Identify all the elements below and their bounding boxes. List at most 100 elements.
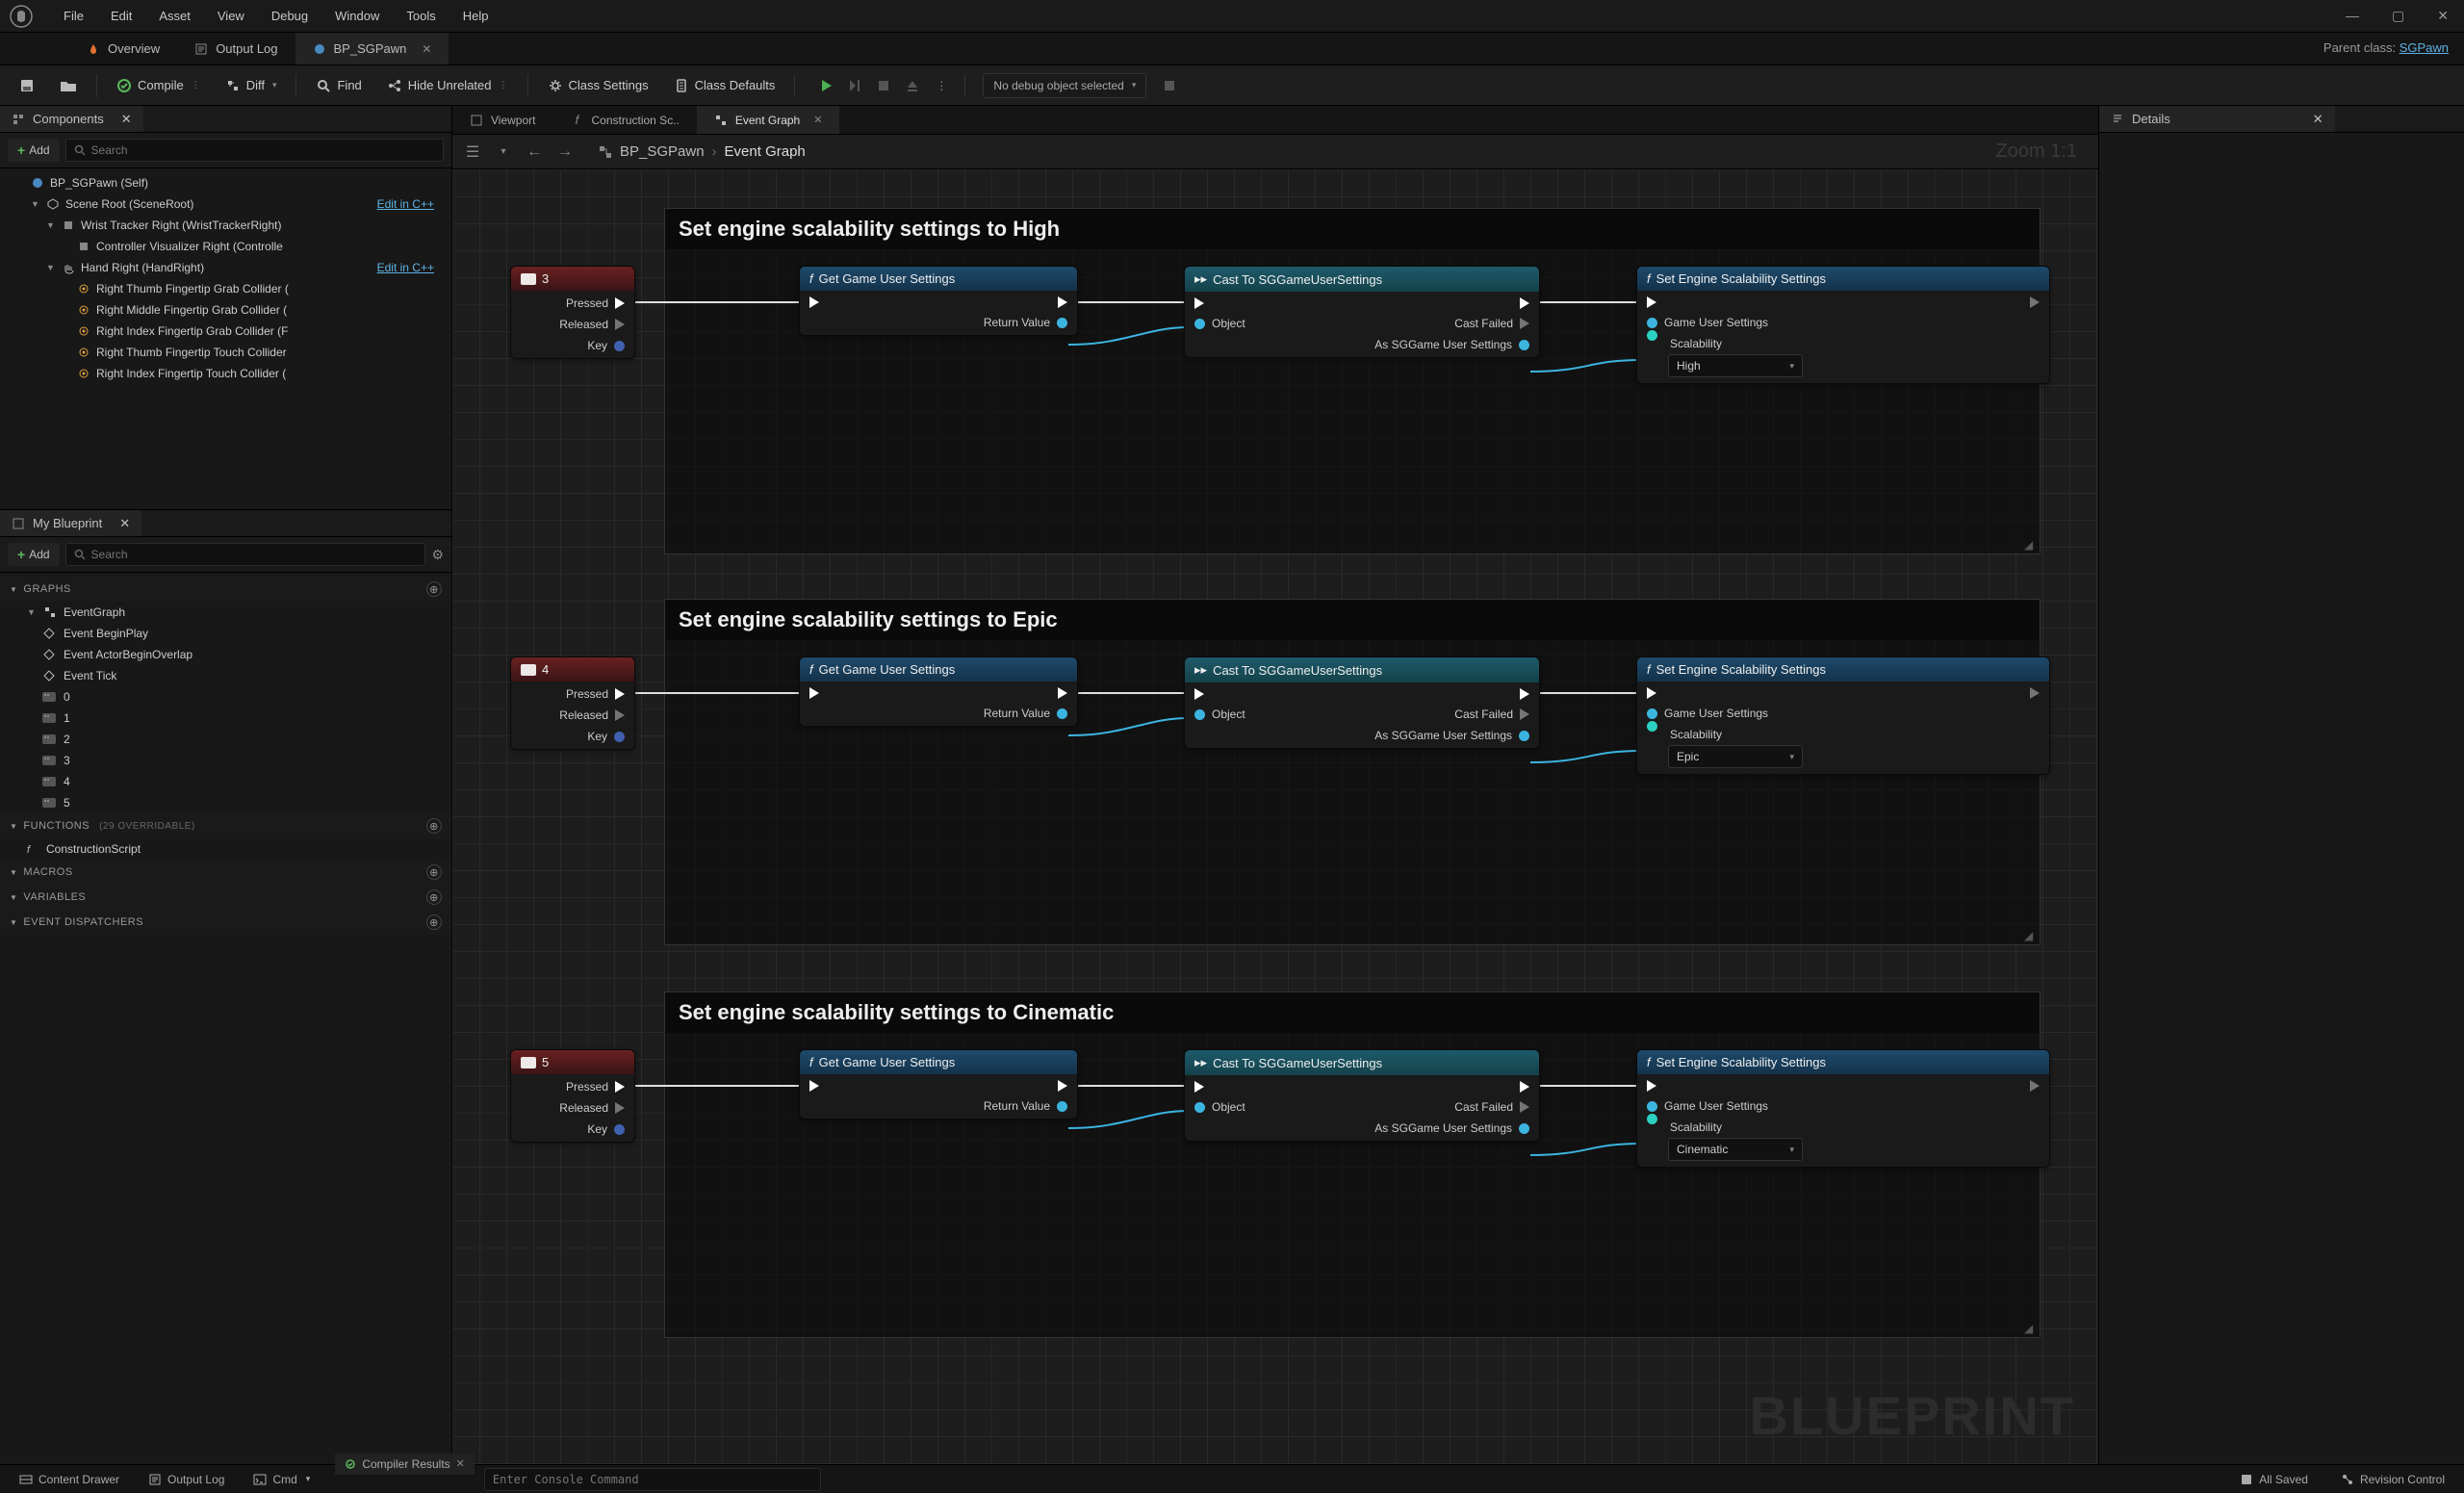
compiler-results-tab[interactable]: Compiler Results ✕ (335, 1454, 475, 1475)
blueprint-search[interactable] (65, 543, 426, 566)
output-log-button[interactable]: Output Log (139, 1469, 234, 1490)
resize-handle-icon[interactable]: ◢ (2024, 929, 2038, 942)
forward-button[interactable]: → (554, 142, 576, 163)
maximize-button[interactable]: ▢ (2384, 4, 2412, 28)
menu-window[interactable]: Window (321, 3, 393, 29)
component-tree-item[interactable]: Right Middle Fingertip Grab Collider ( (0, 299, 451, 321)
menu-help[interactable]: Help (449, 3, 502, 29)
input-key-node[interactable]: 5PressedReleasedKey (510, 1049, 635, 1143)
component-tree-item[interactable]: Right Index Fingertip Touch Collider ( (0, 363, 451, 384)
cast-to-node[interactable]: ▸▸Cast To SGGameUserSettingsObjectCast F… (1184, 656, 1540, 749)
resize-handle-icon[interactable]: ◢ (2024, 1322, 2038, 1335)
hide-unrelated-button[interactable]: Hide Unrelated⋮ (377, 72, 518, 99)
close-icon[interactable]: ✕ (813, 114, 822, 126)
scalability-dropdown[interactable]: Cinematic▾ (1668, 1138, 1803, 1161)
close-button[interactable]: ✕ (2429, 4, 2456, 28)
close-icon[interactable]: ✕ (422, 42, 431, 56)
component-tree-item[interactable]: ▼Scene Root (SceneRoot)Edit in C++ (0, 193, 451, 215)
center-tab-event-graph[interactable]: Event Graph✕ (697, 106, 840, 134)
file-tab-output-log[interactable]: Output Log (177, 33, 295, 64)
revision-control-button[interactable]: Revision Control (2331, 1469, 2454, 1490)
component-tree-item[interactable]: ▼Wrist Tracker Right (WristTrackerRight) (0, 215, 451, 236)
breadcrumb-item[interactable]: Event Graph (725, 143, 806, 160)
browse-button[interactable] (50, 72, 87, 99)
menu-tools[interactable]: Tools (393, 3, 449, 29)
center-tab-construction-sc-[interactable]: fConstruction Sc.. (552, 106, 696, 134)
menu-edit[interactable]: Edit (97, 3, 145, 29)
set-engine-scalability-node[interactable]: fSet Engine Scalability SettingsGame Use… (1636, 1049, 2050, 1168)
add-icon[interactable]: ⊕ (426, 864, 442, 880)
skip-button[interactable] (841, 72, 868, 99)
breadcrumb-item[interactable]: BP_SGPawn (620, 143, 705, 160)
menu-view[interactable]: View (204, 3, 258, 29)
close-icon[interactable]: ✕ (119, 516, 130, 531)
cmd-button[interactable]: Cmd▾ (244, 1469, 320, 1490)
back-button[interactable]: ← (524, 142, 545, 163)
component-tree-item[interactable]: Right Thumb Fingertip Grab Collider ( (0, 278, 451, 299)
components-search[interactable] (65, 139, 444, 162)
function-item[interactable]: fConstructionScript (0, 838, 451, 860)
cast-to-node[interactable]: ▸▸Cast To SGGameUserSettingsObjectCast F… (1184, 266, 1540, 358)
resize-handle-icon[interactable]: ◢ (2024, 538, 2038, 552)
chevron-down-icon[interactable]: ▾ (493, 142, 514, 163)
scalability-dropdown[interactable]: Epic▾ (1668, 745, 1803, 768)
graph-sub-item[interactable]: 2 (0, 729, 451, 750)
graph-sub-item[interactable]: Event ActorBeginOverlap (0, 644, 451, 665)
debug-object-select[interactable]: No debug object selected▾ (983, 73, 1146, 98)
add-icon[interactable]: ⊕ (426, 581, 442, 597)
find-button[interactable]: Find (306, 72, 371, 99)
diff-button[interactable]: Diff▾ (216, 72, 287, 99)
save-button[interactable] (10, 72, 44, 99)
get-game-user-settings-node[interactable]: fGet Game User SettingsReturn Value (799, 656, 1078, 727)
scalability-dropdown[interactable]: High▾ (1668, 354, 1803, 377)
add-blueprint-button[interactable]: +Add (8, 543, 60, 566)
console-command-input[interactable] (484, 1468, 821, 1491)
add-icon[interactable]: ⊕ (426, 889, 442, 905)
compile-button[interactable]: Compile⋮ (107, 72, 210, 99)
get-game-user-settings-node[interactable]: fGet Game User SettingsReturn Value (799, 1049, 1078, 1120)
component-tree-item[interactable]: Right Index Fingertip Grab Collider (F (0, 321, 451, 342)
graph-sub-item[interactable]: 3 (0, 750, 451, 771)
graph-sub-item[interactable]: 0 (0, 686, 451, 708)
graph-sub-item[interactable]: 4 (0, 771, 451, 792)
edit-in-cpp-link[interactable]: Edit in C++ (377, 197, 442, 211)
content-drawer-button[interactable]: Content Drawer (10, 1469, 129, 1490)
add-component-button[interactable]: +Add (8, 139, 60, 162)
component-tree-item[interactable]: Controller Visualizer Right (Controlle (0, 236, 451, 257)
class-settings-button[interactable]: Class Settings (538, 72, 658, 99)
graph-item[interactable]: ▼EventGraph (0, 602, 451, 623)
parent-class-link[interactable]: SGPawn (2400, 40, 2449, 55)
close-icon[interactable]: ✕ (456, 1457, 465, 1470)
file-tab-bp_sgpawn[interactable]: BP_SGPawn✕ (295, 33, 449, 64)
menu-asset[interactable]: Asset (145, 3, 204, 29)
file-tab-overview[interactable]: Overview (69, 33, 177, 64)
graph-sub-item[interactable]: 1 (0, 708, 451, 729)
close-icon[interactable]: ✕ (2313, 112, 2323, 127)
category-header[interactable]: ▼MACROS⊕ (0, 860, 451, 885)
center-tab-viewport[interactable]: Viewport (452, 106, 552, 134)
gear-icon[interactable]: ⚙ (431, 547, 444, 563)
eject-button[interactable] (899, 72, 926, 99)
category-header[interactable]: ▼EVENT DISPATCHERS⊕ (0, 910, 451, 935)
input-key-node[interactable]: 3PressedReleasedKey (510, 266, 635, 359)
edit-in-cpp-link[interactable]: Edit in C++ (377, 261, 442, 274)
play-options-button[interactable]: ⋮ (928, 72, 955, 99)
class-defaults-button[interactable]: Class Defaults (664, 72, 785, 99)
close-icon[interactable]: ✕ (121, 112, 132, 127)
add-icon[interactable]: ⊕ (426, 818, 442, 834)
cast-to-node[interactable]: ▸▸Cast To SGGameUserSettingsObjectCast F… (1184, 1049, 1540, 1142)
category-header[interactable]: ▼VARIABLES⊕ (0, 885, 451, 910)
input-key-node[interactable]: 4PressedReleasedKey (510, 656, 635, 750)
category-header[interactable]: ▼GRAPHS⊕ (0, 577, 451, 602)
components-search-input[interactable] (91, 143, 435, 157)
component-tree-item[interactable]: BP_SGPawn (Self) (0, 172, 451, 193)
minimize-button[interactable]: — (2338, 4, 2367, 28)
set-engine-scalability-node[interactable]: fSet Engine Scalability SettingsGame Use… (1636, 266, 2050, 384)
menu-file[interactable]: File (50, 3, 97, 29)
graph-sub-item[interactable]: 5 (0, 792, 451, 813)
add-icon[interactable]: ⊕ (426, 914, 442, 930)
component-tree-item[interactable]: Right Thumb Fingertip Touch Collider (0, 342, 451, 363)
get-game-user-settings-node[interactable]: fGet Game User SettingsReturn Value (799, 266, 1078, 336)
all-saved-button[interactable]: All Saved (2230, 1469, 2318, 1490)
debug-filter-button[interactable] (1152, 72, 1187, 99)
